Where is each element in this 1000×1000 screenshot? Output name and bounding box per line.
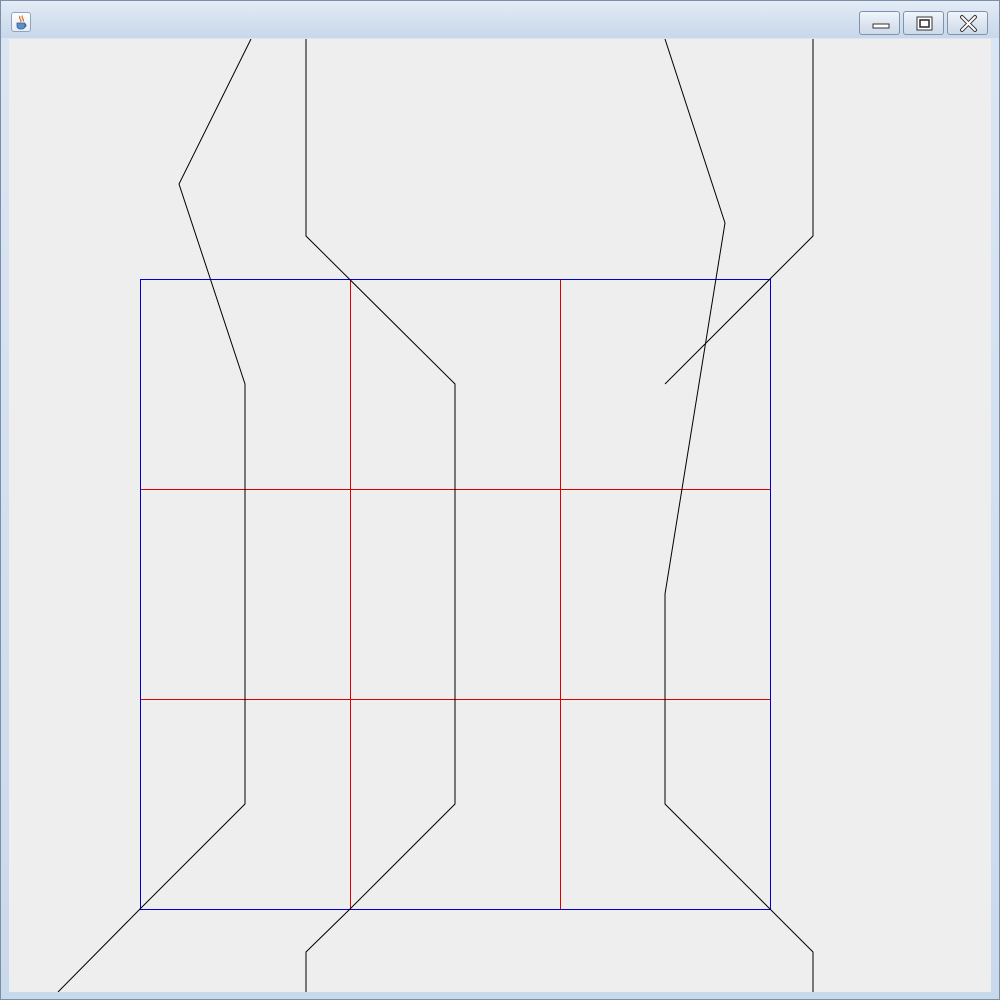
- path-line-4: [664, 39, 814, 385]
- close-button[interactable]: [947, 11, 988, 35]
- path-line-1: [57, 39, 252, 992]
- maximize-button[interactable]: [903, 11, 944, 35]
- application-window: [0, 0, 1000, 1000]
- title-bar[interactable]: [1, 1, 999, 38]
- drawing-panel[interactable]: [9, 39, 991, 992]
- minimize-icon: [872, 23, 890, 29]
- close-icon: [960, 15, 977, 32]
- drawing-canvas: [57, 39, 814, 992]
- maximize-icon: [916, 16, 933, 31]
- minimize-button[interactable]: [859, 11, 900, 35]
- path-line-2: [305, 39, 456, 992]
- java-coffee-cup-icon[interactable]: [11, 12, 31, 32]
- path-line-3: [664, 39, 814, 992]
